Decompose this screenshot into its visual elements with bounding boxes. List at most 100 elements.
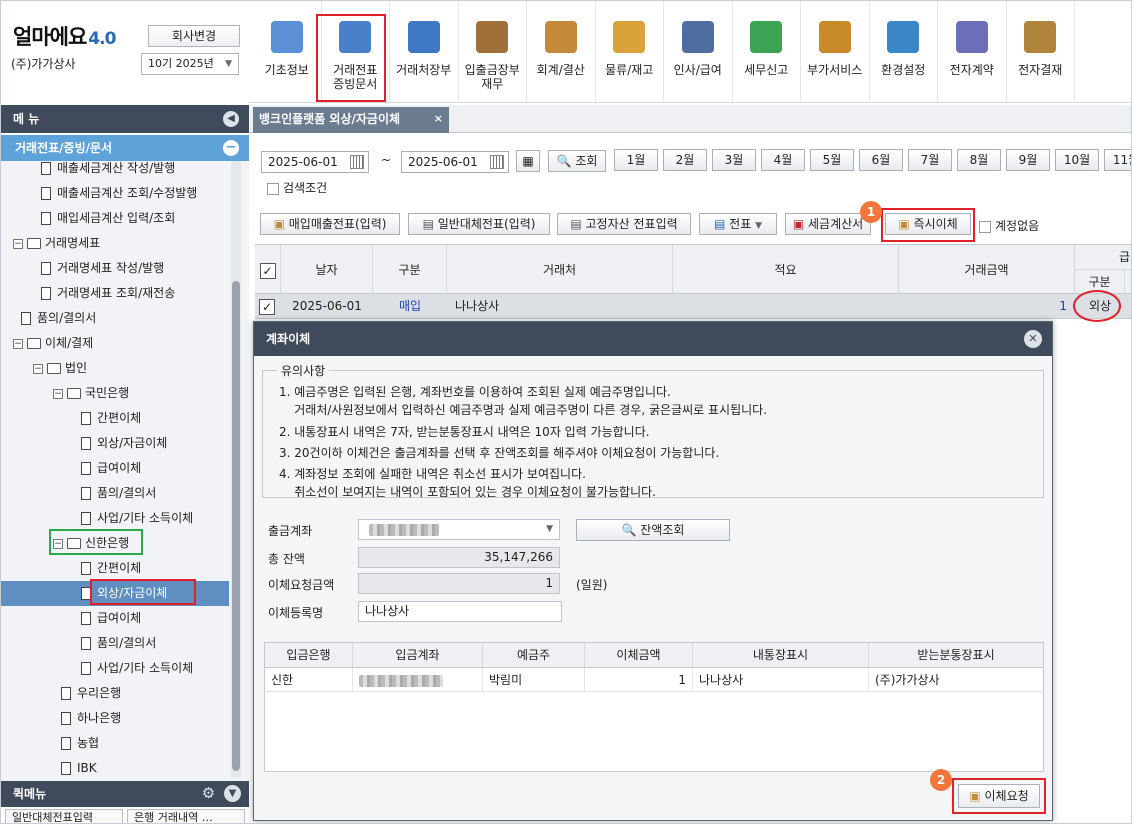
- gear-icon[interactable]: ⚙: [200, 785, 217, 802]
- row-checkbox[interactable]: ✓: [259, 294, 279, 319]
- checkbox[interactable]: [979, 220, 991, 233]
- date-to-input[interactable]: 2025-06-01: [401, 151, 509, 173]
- calendar-icon[interactable]: [350, 155, 364, 169]
- table-row[interactable]: ✓ 2025-06-01 매입 나나상사 1 외상: [255, 294, 1131, 319]
- tree-item[interactable]: 매입세금계산 입력/조회: [41, 206, 175, 231]
- tree-item[interactable]: 매출세금계산 조회/수정발행: [41, 181, 197, 206]
- document-icon: [81, 637, 91, 650]
- close-icon[interactable]: ✕: [1024, 330, 1042, 348]
- toolbar-item-10[interactable]: 전자계약: [938, 1, 1007, 103]
- scroll-thumb[interactable]: [232, 281, 240, 771]
- month-button[interactable]: 10월: [1055, 149, 1099, 171]
- close-icon[interactable]: ×: [434, 107, 443, 131]
- tree-item[interactable]: 외상/자금이체: [81, 431, 167, 456]
- balance-button[interactable]: 🔍 잔액조회: [576, 519, 730, 541]
- month-button[interactable]: 4월: [761, 149, 805, 171]
- tree-item[interactable]: 농협: [61, 731, 99, 756]
- module-icon: [887, 21, 920, 53]
- menu-scrollbar[interactable]: [231, 161, 241, 777]
- tree-item[interactable]: 품의/결의서: [81, 481, 156, 506]
- month-button[interactable]: 9월: [1006, 149, 1050, 171]
- tree-item[interactable]: 거래명세표 조회/재전송: [41, 281, 175, 306]
- toolbar-item-7[interactable]: 세무신고: [733, 1, 801, 103]
- toolbar-item-5[interactable]: 물류/재고: [596, 1, 664, 103]
- purchase-voucher-button[interactable]: ▣ 매입매출전표(입력): [260, 213, 400, 235]
- out-account-select[interactable]: ▼: [358, 519, 560, 540]
- collapse-icon[interactable]: −: [53, 388, 63, 399]
- calendar-icon[interactable]: [490, 155, 504, 169]
- no-account-toggle[interactable]: 계정없음: [979, 217, 1039, 234]
- checkbox[interactable]: [267, 182, 279, 195]
- toolbar-item-2[interactable]: 거래처장부: [390, 1, 459, 103]
- toolbar-item-3[interactable]: 입출금장부 재무: [459, 1, 527, 103]
- change-company-button[interactable]: 회사변경: [148, 25, 240, 47]
- chevron-down-icon[interactable]: ▼: [224, 785, 241, 802]
- col-memo[interactable]: 적요: [673, 245, 899, 295]
- cell-their-memo[interactable]: (주)가가상사: [869, 668, 1043, 692]
- col-type[interactable]: 구분: [373, 245, 447, 295]
- col-date[interactable]: 날자: [281, 245, 373, 295]
- collapse-icon[interactable]: ◀: [223, 111, 239, 127]
- tab-bank-transfer[interactable]: 뱅크인플랫폼 외상/자금이체 ×: [253, 107, 449, 133]
- select-all-checkbox[interactable]: ✓: [255, 245, 281, 295]
- collapse-icon[interactable]: −: [13, 238, 23, 249]
- date-from-input[interactable]: 2025-06-01: [261, 151, 369, 173]
- quick-tab[interactable]: 일반대체전표입력: [5, 809, 123, 823]
- table-row[interactable]: 신한 박림미 1 나나상사 (주)가가상사: [264, 668, 1044, 692]
- tree-item[interactable]: − 이체/결제: [13, 331, 93, 356]
- tree-item[interactable]: 거래명세표 작성/발행: [41, 256, 164, 281]
- month-button[interactable]: 1월: [614, 149, 658, 171]
- month-button[interactable]: 6월: [859, 149, 903, 171]
- tree-item[interactable]: − 국민은행: [53, 381, 129, 406]
- toolbar-item-9[interactable]: 환경설정: [870, 1, 938, 103]
- tree-item[interactable]: 급여이체: [81, 606, 141, 631]
- tree-item[interactable]: 매출세금계산 작성/발행: [41, 161, 175, 181]
- tree-item[interactable]: − 법인: [33, 356, 87, 381]
- menu-section[interactable]: 거래전표/증빙/문서 −: [1, 135, 249, 161]
- calendar-grid-icon[interactable]: ▦: [516, 150, 540, 172]
- tree-label: 외상/자금이체: [97, 436, 168, 450]
- tree-item[interactable]: 급여이체: [81, 456, 141, 481]
- document-icon: [81, 412, 91, 425]
- tree-item[interactable]: − 거래명세표: [13, 231, 100, 256]
- cell-my-memo[interactable]: 나나상사: [693, 668, 869, 692]
- month-button[interactable]: 11월: [1104, 149, 1131, 171]
- tree-item[interactable]: 품의/결의서: [81, 631, 156, 656]
- search-condition[interactable]: 검색조건: [267, 179, 327, 196]
- cell-bank: 신한: [265, 668, 353, 692]
- month-button[interactable]: 8월: [957, 149, 1001, 171]
- month-button[interactable]: 3월: [712, 149, 756, 171]
- toolbar-item-4[interactable]: 회계/결산: [527, 1, 596, 103]
- tax-invoice-button[interactable]: ▣ 세금계산서: [785, 213, 871, 235]
- toolbar-item-11[interactable]: 전자결재: [1007, 1, 1075, 103]
- search-button[interactable]: 🔍 조회: [548, 150, 606, 172]
- col-amount[interactable]: 거래금액: [899, 245, 1075, 295]
- toolbar-item-0[interactable]: 기초정보: [253, 1, 322, 103]
- tree-item[interactable]: 간편이체: [81, 556, 141, 581]
- col-group: 급: [1075, 245, 1131, 270]
- period-select[interactable]: 10기 2025년 ▼: [141, 53, 239, 75]
- tree-item[interactable]: 품의/결의서: [21, 306, 96, 331]
- tree-item[interactable]: 간편이체: [81, 406, 141, 431]
- collapse-icon[interactable]: −: [13, 338, 23, 349]
- collapse-icon[interactable]: −: [33, 363, 43, 374]
- quick-tab[interactable]: 은행 거래내역 …: [127, 809, 245, 823]
- col-vendor[interactable]: 거래처: [447, 245, 673, 295]
- month-button[interactable]: 2월: [663, 149, 707, 171]
- tree-item[interactable]: 하나은행: [61, 706, 121, 731]
- month-button[interactable]: 5월: [810, 149, 854, 171]
- month-button[interactable]: 7월: [908, 149, 952, 171]
- tree-item[interactable]: 사업/기타 소득이체: [81, 506, 193, 531]
- tree-item[interactable]: IBK: [61, 756, 97, 781]
- toolbar-item-6[interactable]: 인사/급여: [664, 1, 733, 103]
- tree-item[interactable]: 우리은행: [61, 681, 121, 706]
- minus-icon[interactable]: −: [223, 140, 239, 156]
- tree-item[interactable]: 사업/기타 소득이체: [81, 656, 193, 681]
- register-name-input[interactable]: 나나상사: [358, 601, 562, 622]
- voucher-dropdown[interactable]: ▤ 전표 ▼: [699, 213, 777, 235]
- highlight-box: [881, 208, 975, 242]
- fixed-asset-button[interactable]: ▤ 고정자산 전표입력: [557, 213, 691, 235]
- module-icon: [955, 21, 988, 53]
- general-voucher-button[interactable]: ▤ 일반대체전표(입력): [408, 213, 550, 235]
- toolbar-item-8[interactable]: 부가서비스: [801, 1, 870, 103]
